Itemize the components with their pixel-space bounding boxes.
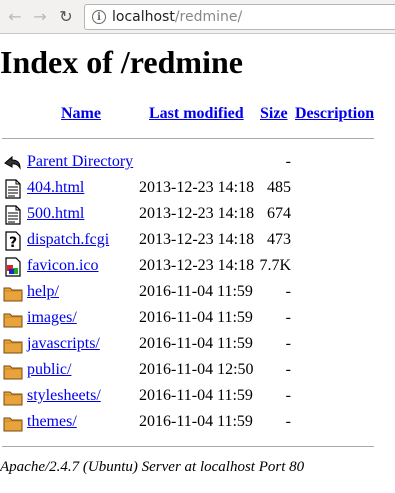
folder-icon <box>3 413 23 433</box>
last-modified: 2013-12-23 14:18 <box>139 205 255 222</box>
last-modified: 2016-11-04 11:59 <box>139 309 253 326</box>
file-link[interactable]: 404.html <box>27 179 84 197</box>
folder-icon <box>3 309 23 329</box>
file-row: public/2016-11-04 12:50 - <box>0 358 395 382</box>
file-size: 7.7K <box>259 257 291 274</box>
file-link[interactable]: favicon.ico <box>27 257 99 275</box>
folder-icon <box>3 283 23 303</box>
last-modified: 2016-11-04 11:59 <box>139 335 253 352</box>
file-link[interactable]: dispatch.fcgi <box>27 231 109 249</box>
server-signature: Apache/2.4.7 (Ubuntu) Server at localhos… <box>0 459 305 475</box>
file-size: - <box>285 309 291 326</box>
file-size: 473 <box>267 231 291 248</box>
file-size: - <box>285 387 291 404</box>
image-file-icon <box>3 257 23 277</box>
file-link[interactable]: 500.html <box>27 205 84 223</box>
back-icon[interactable]: ← <box>6 7 24 26</box>
file-size: - <box>285 153 291 170</box>
file-row: ? dispatch.fcgi 2013-12-23 14:18 473 <box>0 228 395 252</box>
file-size: - <box>285 335 291 352</box>
url-path: /redmine/ <box>174 9 243 25</box>
page-title: Index of /redmine <box>0 44 243 80</box>
footer-divider <box>2 446 374 447</box>
text-file-icon <box>3 205 23 225</box>
svg-text:?: ? <box>9 235 17 251</box>
reload-icon[interactable]: ↻ <box>57 7 75 26</box>
file-link[interactable]: help/ <box>27 283 59 301</box>
sort-by-size-link[interactable]: Size <box>260 105 288 122</box>
browser-toolbar: ← → ↻ i localhost/redmine/ <box>0 0 395 34</box>
last-modified: 2013-12-23 14:18 <box>139 231 255 248</box>
folder-icon <box>3 361 23 381</box>
file-link[interactable]: javascripts/ <box>27 335 100 353</box>
last-modified: 2016-11-04 11:59 <box>139 387 253 404</box>
file-size: 485 <box>267 179 291 196</box>
file-size: 674 <box>267 205 291 222</box>
file-size: - <box>285 361 291 378</box>
address-bar[interactable]: i localhost/redmine/ <box>84 4 395 30</box>
file-row: themes/2016-11-04 11:59 - <box>0 410 395 434</box>
sort-by-name-link[interactable]: Name <box>61 105 101 122</box>
sort-by-last-modified-link[interactable]: Last modified <box>149 105 244 122</box>
header-divider <box>2 138 374 139</box>
file-row: images/2016-11-04 11:59 - <box>0 306 395 330</box>
sort-by-description-link[interactable]: Description <box>295 105 374 122</box>
file-link[interactable]: public/ <box>27 361 71 379</box>
folder-icon <box>3 387 23 407</box>
parent-directory-link[interactable]: Parent Directory <box>27 153 133 171</box>
unknown-file-icon: ? <box>3 231 23 251</box>
file-row: javascripts/2016-11-04 11:59 - <box>0 332 395 356</box>
last-modified: 2016-11-04 11:59 <box>139 283 253 300</box>
last-modified: 2013-12-23 14:18 <box>139 257 255 274</box>
back-icon <box>3 153 23 173</box>
last-modified: 2016-11-04 12:50 <box>139 361 254 378</box>
text-file-icon <box>3 179 23 199</box>
file-row: 500.html 2013-12-23 14:18 674 <box>0 202 395 226</box>
file-row: help/2016-11-04 11:59 - <box>0 280 395 304</box>
file-row: 404.html 2013-12-23 14:18 485 <box>0 176 395 200</box>
info-icon[interactable]: i <box>92 10 106 24</box>
last-modified: 2016-11-04 11:59 <box>139 413 253 430</box>
file-size: - <box>285 283 291 300</box>
parent-directory-row: Parent Directory - <box>0 150 395 174</box>
file-link[interactable]: stylesheets/ <box>27 387 101 405</box>
forward-icon[interactable]: → <box>31 7 49 26</box>
last-modified: 2013-12-23 14:18 <box>139 179 255 196</box>
file-row: favicon.ico 2013-12-23 14:18 7.7K <box>0 254 395 278</box>
url-host: localhost <box>112 9 175 25</box>
file-size: - <box>285 413 291 430</box>
file-row: stylesheets/2016-11-04 11:59 - <box>0 384 395 408</box>
file-link[interactable]: images/ <box>27 309 77 327</box>
folder-icon <box>3 335 23 355</box>
file-link[interactable]: themes/ <box>27 413 77 431</box>
